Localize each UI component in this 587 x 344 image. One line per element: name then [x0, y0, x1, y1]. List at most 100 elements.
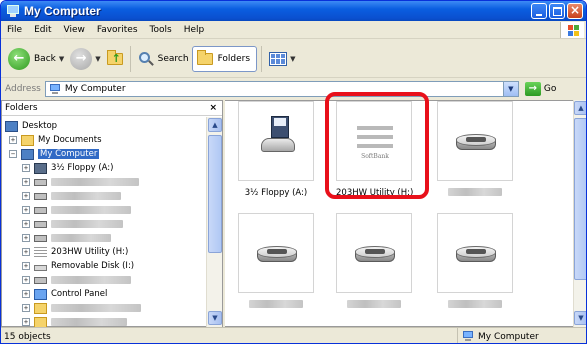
- explorer-window: My Computer × File Edit View Favorites T…: [0, 0, 587, 344]
- tree-item-floppy[interactable]: + 3½ Floppy (A:): [22, 161, 113, 175]
- redacted-label: [51, 304, 141, 312]
- drive-icon: [34, 178, 47, 186]
- menu-edit[interactable]: Edit: [28, 25, 57, 35]
- scroll-thumb[interactable]: [574, 118, 586, 280]
- tree-item-redacted[interactable]: +: [22, 217, 123, 231]
- expand-toggle[interactable]: +: [22, 178, 30, 186]
- tree-item-my-computer[interactable]: − My Computer: [9, 147, 100, 161]
- computer-icon: [462, 331, 474, 342]
- expand-toggle[interactable]: +: [22, 206, 30, 214]
- drive-icon: [34, 220, 47, 228]
- search-button[interactable]: Search: [135, 44, 192, 74]
- folders-pane-title: Folders: [5, 103, 38, 113]
- collapse-toggle[interactable]: −: [9, 150, 17, 158]
- drive-icon: [257, 246, 297, 264]
- back-arrow-icon: ←: [8, 47, 30, 70]
- drive-item-redacted[interactable]: [437, 213, 513, 311]
- forward-button[interactable]: → ▼: [67, 44, 103, 74]
- toolbar-divider: [129, 45, 131, 72]
- close-button[interactable]: ×: [567, 3, 583, 19]
- documents-folder-icon: [21, 134, 34, 146]
- tree-item-redacted[interactable]: +: [22, 231, 111, 245]
- go-button[interactable]: → Go: [524, 82, 556, 96]
- search-icon: [138, 51, 154, 67]
- maximize-button[interactable]: [549, 3, 565, 19]
- redacted-label: [51, 206, 131, 214]
- folder-icon: [34, 316, 47, 327]
- softbank-drive-icon: [34, 246, 47, 258]
- address-dropdown-button[interactable]: ▼: [502, 82, 518, 96]
- chevron-down-icon[interactable]: ▼: [290, 55, 295, 63]
- views-button[interactable]: ▼: [266, 44, 298, 74]
- folders-scrollbar[interactable]: ▲ ▼: [206, 117, 222, 327]
- drive-icon: [355, 246, 395, 264]
- menu-tools[interactable]: Tools: [144, 25, 178, 35]
- tree-item-redacted[interactable]: +: [22, 189, 121, 203]
- computer-icon: [21, 148, 34, 160]
- drive-item-redacted[interactable]: [238, 213, 314, 311]
- go-arrow-icon: →: [524, 82, 541, 96]
- folders-pane-close-button[interactable]: ×: [209, 103, 217, 113]
- chevron-down-icon[interactable]: ▼: [95, 55, 100, 63]
- address-label: Address: [5, 84, 41, 94]
- up-button[interactable]: ↑: [104, 44, 126, 74]
- tree-item-desktop[interactable]: Desktop: [5, 119, 57, 133]
- scroll-up-icon[interactable]: ▲: [574, 101, 586, 115]
- tree-item-label: My Documents: [38, 135, 102, 145]
- expand-toggle[interactable]: +: [9, 136, 17, 144]
- drive-icon: [456, 134, 496, 152]
- scroll-thumb[interactable]: [208, 135, 222, 253]
- folders-button[interactable]: Folders: [191, 45, 258, 72]
- tree-item-removable-disk[interactable]: + Removable Disk (I:): [22, 259, 134, 273]
- address-bar: Address My Computer ▼ → Go: [1, 79, 586, 99]
- item-label: 3½ Floppy (A:): [244, 188, 308, 198]
- content-scrollbar[interactable]: ▲ ▼: [573, 100, 586, 327]
- expand-toggle[interactable]: +: [22, 290, 30, 298]
- tree-item-203hw-utility[interactable]: + 203HW Utility (H:): [22, 245, 128, 259]
- tree-item-redacted[interactable]: +: [22, 315, 127, 327]
- toolbar-divider: [261, 45, 263, 72]
- folders-pane: Folders × Desktop + My Documents − My Co…: [1, 100, 223, 327]
- minimize-button[interactable]: [531, 3, 547, 19]
- tree-item-redacted[interactable]: +: [22, 273, 131, 287]
- expand-toggle[interactable]: +: [22, 248, 30, 256]
- expand-toggle[interactable]: +: [22, 164, 30, 172]
- drive-item-redacted[interactable]: [336, 213, 412, 311]
- floppy-drive-icon: [261, 116, 295, 162]
- expand-toggle[interactable]: +: [22, 234, 30, 242]
- scroll-up-icon[interactable]: ▲: [208, 118, 222, 132]
- expand-toggle[interactable]: +: [22, 318, 30, 326]
- tree-item-label: Removable Disk (I:): [51, 261, 135, 271]
- tree-item-redacted[interactable]: +: [22, 175, 139, 189]
- menu-favorites[interactable]: Favorites: [91, 25, 144, 35]
- redacted-label: [51, 318, 127, 326]
- folder-up-icon: ↑: [106, 49, 123, 65]
- expand-toggle[interactable]: +: [22, 220, 30, 228]
- expand-toggle[interactable]: +: [22, 192, 30, 200]
- drive-item-redacted[interactable]: [437, 101, 513, 199]
- redacted-label: [51, 178, 139, 186]
- redacted-label: [249, 300, 303, 308]
- menu-help[interactable]: Help: [178, 25, 211, 35]
- control-panel-icon: [34, 288, 47, 300]
- address-input[interactable]: My Computer ▼: [44, 81, 519, 97]
- chevron-down-icon[interactable]: ▼: [59, 55, 64, 63]
- title-bar[interactable]: My Computer ×: [1, 1, 586, 21]
- tree-item-control-panel[interactable]: + Control Panel: [22, 287, 107, 301]
- expand-toggle[interactable]: +: [22, 262, 30, 270]
- expand-toggle[interactable]: +: [22, 304, 30, 312]
- tree-item-my-documents[interactable]: + My Documents: [9, 133, 102, 147]
- scroll-down-icon[interactable]: ▼: [574, 311, 586, 325]
- menu-file[interactable]: File: [1, 25, 28, 35]
- menu-view[interactable]: View: [58, 25, 91, 35]
- expand-toggle[interactable]: +: [22, 276, 30, 284]
- back-button[interactable]: ← Back ▼: [5, 44, 67, 74]
- tree-item-redacted[interactable]: +: [22, 301, 141, 315]
- toolbar: ← Back ▼ → ▼ ↑ Search Folders ▼: [1, 40, 586, 78]
- drive-item-floppy[interactable]: 3½ Floppy (A:): [238, 101, 314, 198]
- tree-item-redacted[interactable]: +: [22, 203, 131, 217]
- item-thumbnail: [238, 213, 314, 293]
- scroll-down-icon[interactable]: ▼: [208, 311, 222, 325]
- item-thumbnail: [238, 101, 314, 181]
- redacted-label: [51, 276, 131, 284]
